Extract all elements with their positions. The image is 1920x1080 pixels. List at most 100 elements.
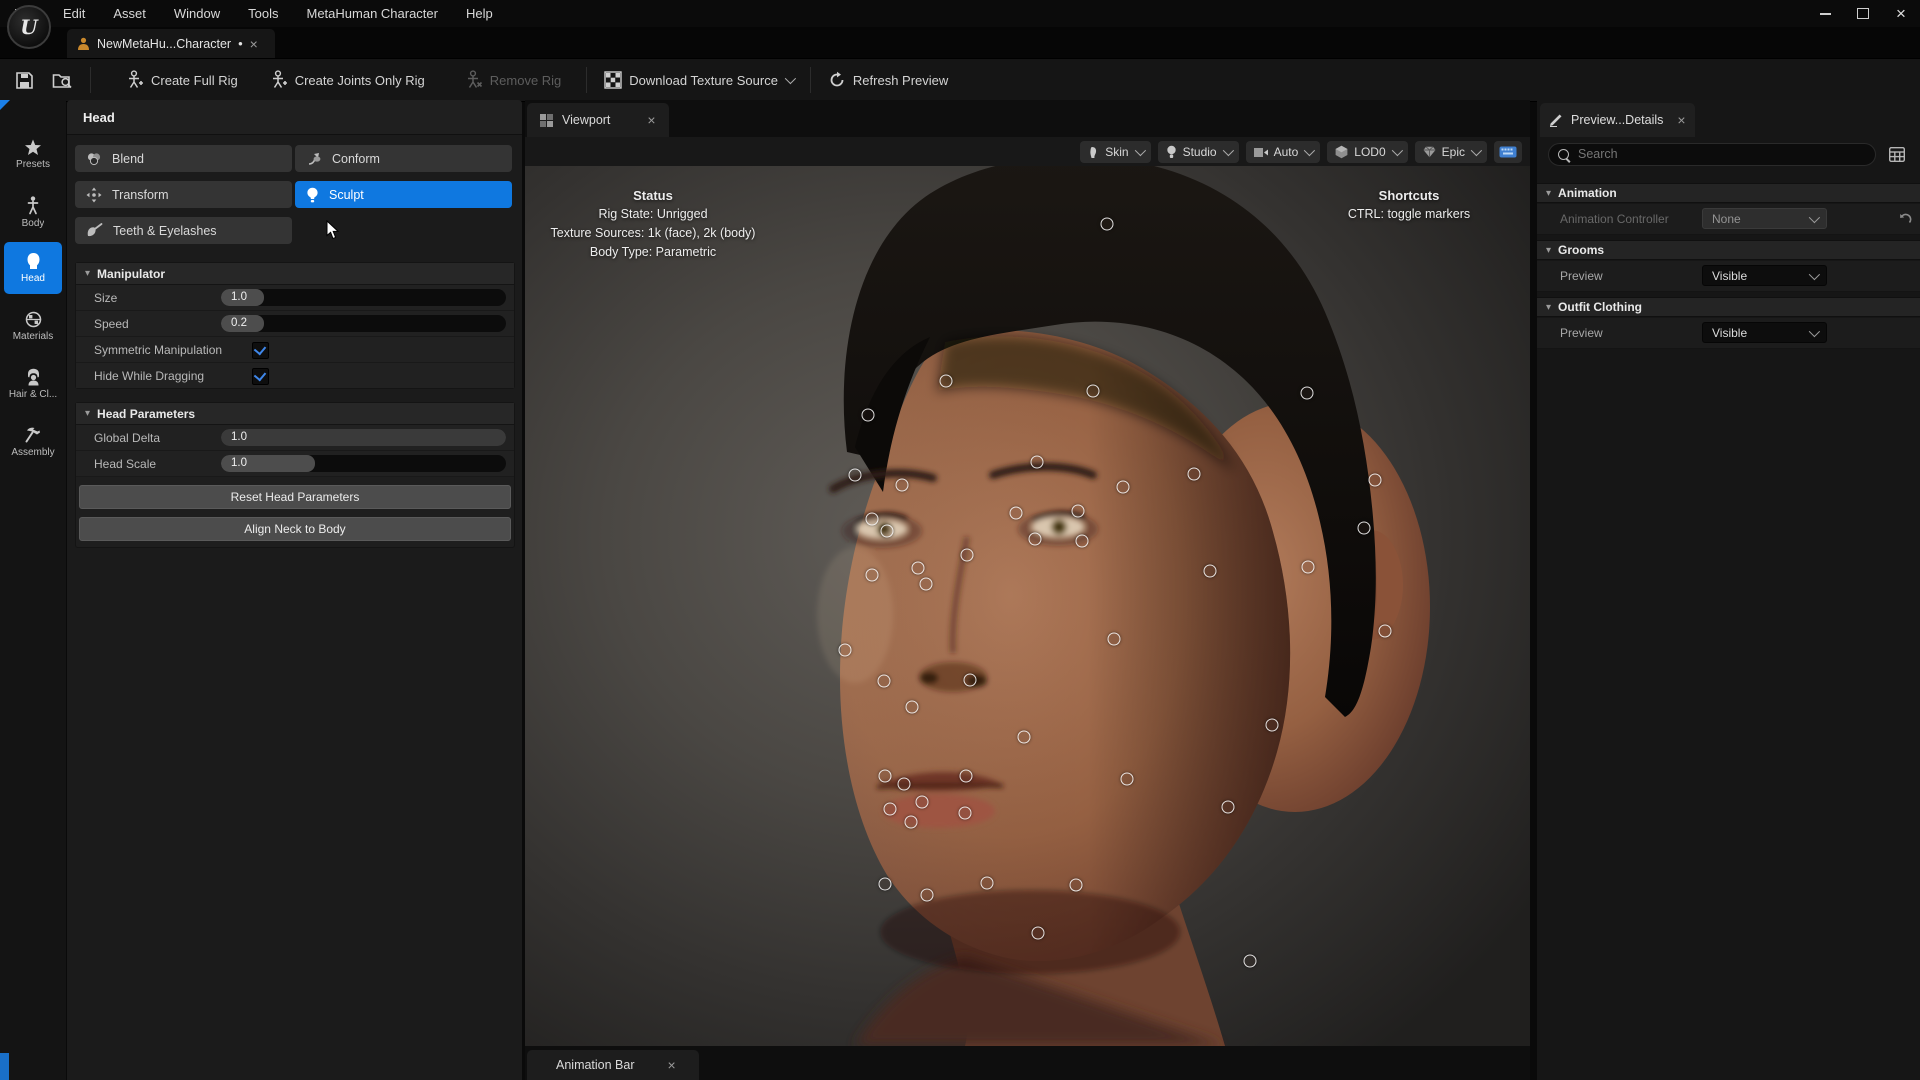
- mode-button-conform[interactable]: Conform: [295, 145, 512, 172]
- face-marker[interactable]: [1244, 955, 1257, 968]
- animation-controller-dropdown[interactable]: None: [1702, 208, 1827, 229]
- reset-head-parameters-button[interactable]: Reset Head Parameters: [79, 485, 511, 509]
- mode-button-transform[interactable]: Transform: [75, 181, 292, 208]
- download-texture-source-button[interactable]: Download Texture Source: [595, 65, 802, 95]
- face-marker[interactable]: [981, 877, 994, 890]
- speed-slider[interactable]: 0.2: [221, 315, 506, 332]
- face-marker[interactable]: [940, 375, 953, 388]
- face-marker[interactable]: [866, 513, 879, 526]
- menu-help[interactable]: Help: [452, 0, 507, 27]
- face-marker[interactable]: [1379, 625, 1392, 638]
- face-marker[interactable]: [1031, 456, 1044, 469]
- head-scale-slider[interactable]: 1.0: [221, 455, 506, 472]
- details-view-options-icon[interactable]: [1889, 147, 1905, 162]
- face-marker[interactable]: [921, 889, 934, 902]
- face-marker[interactable]: [849, 469, 862, 482]
- outfit-clothing-section-header[interactable]: ▾ Outfit Clothing: [1537, 297, 1920, 317]
- face-marker[interactable]: [1087, 385, 1100, 398]
- remove-rig-button[interactable]: Remove Rig: [456, 65, 571, 95]
- manipulator-section-header[interactable]: ▾ Manipulator: [76, 263, 514, 285]
- face-marker[interactable]: [896, 479, 909, 492]
- face-marker[interactable]: [866, 569, 879, 582]
- face-marker[interactable]: [1072, 505, 1085, 518]
- animation-bar-tab[interactable]: Animation Bar ×: [527, 1050, 699, 1080]
- face-marker[interactable]: [1101, 218, 1114, 231]
- face-marker[interactable]: [912, 562, 925, 575]
- face-marker[interactable]: [1032, 927, 1045, 940]
- create-joints-only-rig-button[interactable]: Create Joints Only Rig: [261, 65, 434, 95]
- face-marker[interactable]: [1204, 565, 1217, 578]
- face-marker[interactable]: [961, 549, 974, 562]
- face-marker[interactable]: [1188, 468, 1201, 481]
- head-parameters-section-header[interactable]: ▾ Head Parameters: [76, 403, 514, 425]
- rail-item-materials[interactable]: Materials: [4, 300, 62, 352]
- hide-while-dragging-checkbox[interactable]: [252, 368, 269, 385]
- preview-details-tab[interactable]: Preview...Details ×: [1540, 103, 1695, 137]
- face-marker[interactable]: [879, 878, 892, 891]
- mode-button-sculpt[interactable]: Sculpt: [295, 181, 512, 208]
- face-marker[interactable]: [920, 578, 933, 591]
- face-marker[interactable]: [878, 675, 891, 688]
- minimize-icon[interactable]: [1806, 0, 1844, 27]
- face-marker[interactable]: [898, 778, 911, 791]
- details-tab-close-icon[interactable]: ×: [1677, 113, 1685, 127]
- menu-edit[interactable]: Edit: [49, 0, 99, 27]
- face-marker[interactable]: [960, 770, 973, 783]
- save-button[interactable]: [6, 65, 43, 95]
- global-delta-slider[interactable]: 1.0: [221, 429, 506, 446]
- create-full-rig-button[interactable]: Create Full Rig: [117, 65, 247, 95]
- face-marker[interactable]: [1070, 879, 1083, 892]
- face-marker[interactable]: [905, 816, 918, 829]
- grooms-section-header[interactable]: ▾ Grooms: [1537, 240, 1920, 260]
- rail-item-head[interactable]: Head: [4, 242, 62, 294]
- symmetric-manipulation-checkbox[interactable]: [252, 342, 269, 359]
- face-marker[interactable]: [1301, 387, 1314, 400]
- grooms-preview-dropdown[interactable]: Visible: [1702, 265, 1827, 286]
- window-close-icon[interactable]: ×: [1882, 0, 1920, 27]
- mode-button-teeth-eyelashes[interactable]: Teeth & Eyelashes: [75, 217, 292, 244]
- face-marker[interactable]: [906, 701, 919, 714]
- animation-section-header[interactable]: ▾ Animation: [1537, 183, 1920, 203]
- face-marker[interactable]: [1117, 481, 1130, 494]
- outfit-preview-dropdown[interactable]: Visible: [1702, 322, 1827, 343]
- search-input[interactable]: [1576, 146, 1866, 162]
- menu-metahuman-character[interactable]: MetaHuman Character: [292, 0, 452, 27]
- face-marker[interactable]: [1029, 533, 1042, 546]
- rail-item-body[interactable]: Body: [4, 186, 62, 238]
- face-marker[interactable]: [1369, 474, 1382, 487]
- face-marker[interactable]: [916, 796, 929, 809]
- face-marker[interactable]: [879, 770, 892, 783]
- mode-button-blend[interactable]: Blend: [75, 145, 292, 172]
- animation-bar-close-icon[interactable]: ×: [668, 1058, 676, 1072]
- reset-to-default-icon[interactable]: [1899, 213, 1912, 225]
- asset-tab-close-icon[interactable]: ×: [250, 37, 258, 51]
- face-marker[interactable]: [1358, 522, 1371, 535]
- face-marker[interactable]: [959, 807, 972, 820]
- face-marker[interactable]: [1018, 731, 1031, 744]
- face-marker[interactable]: [1222, 801, 1235, 814]
- face-marker[interactable]: [862, 409, 875, 422]
- align-neck-to-body-button[interactable]: Align Neck to Body: [79, 517, 511, 541]
- face-marker[interactable]: [1302, 561, 1315, 574]
- size-slider[interactable]: 1.0: [221, 289, 506, 306]
- viewport-tab-close-icon[interactable]: ×: [647, 113, 655, 127]
- menu-window[interactable]: Window: [160, 0, 234, 27]
- search-box[interactable]: [1548, 143, 1876, 166]
- rail-item-hair-and-clothing[interactable]: Hair & Cl...: [4, 358, 62, 410]
- face-marker[interactable]: [1121, 773, 1134, 786]
- rail-item-assembly[interactable]: Assembly: [4, 416, 62, 468]
- menu-tools[interactable]: Tools: [234, 0, 292, 27]
- face-marker[interactable]: [881, 525, 894, 538]
- maximize-icon[interactable]: [1844, 0, 1882, 27]
- face-marker[interactable]: [1108, 633, 1121, 646]
- face-marker[interactable]: [1010, 507, 1023, 520]
- refresh-preview-button[interactable]: Refresh Preview: [819, 65, 957, 95]
- face-marker[interactable]: [964, 674, 977, 687]
- rail-item-presets[interactable]: Presets: [4, 128, 62, 180]
- face-marker[interactable]: [1076, 535, 1089, 548]
- face-marker[interactable]: [839, 644, 852, 657]
- face-marker[interactable]: [1266, 719, 1279, 732]
- asset-tab[interactable]: NewMetaHu...Character • ×: [67, 29, 275, 58]
- viewport-tab[interactable]: Viewport ×: [527, 103, 669, 137]
- menu-asset[interactable]: Asset: [99, 0, 160, 27]
